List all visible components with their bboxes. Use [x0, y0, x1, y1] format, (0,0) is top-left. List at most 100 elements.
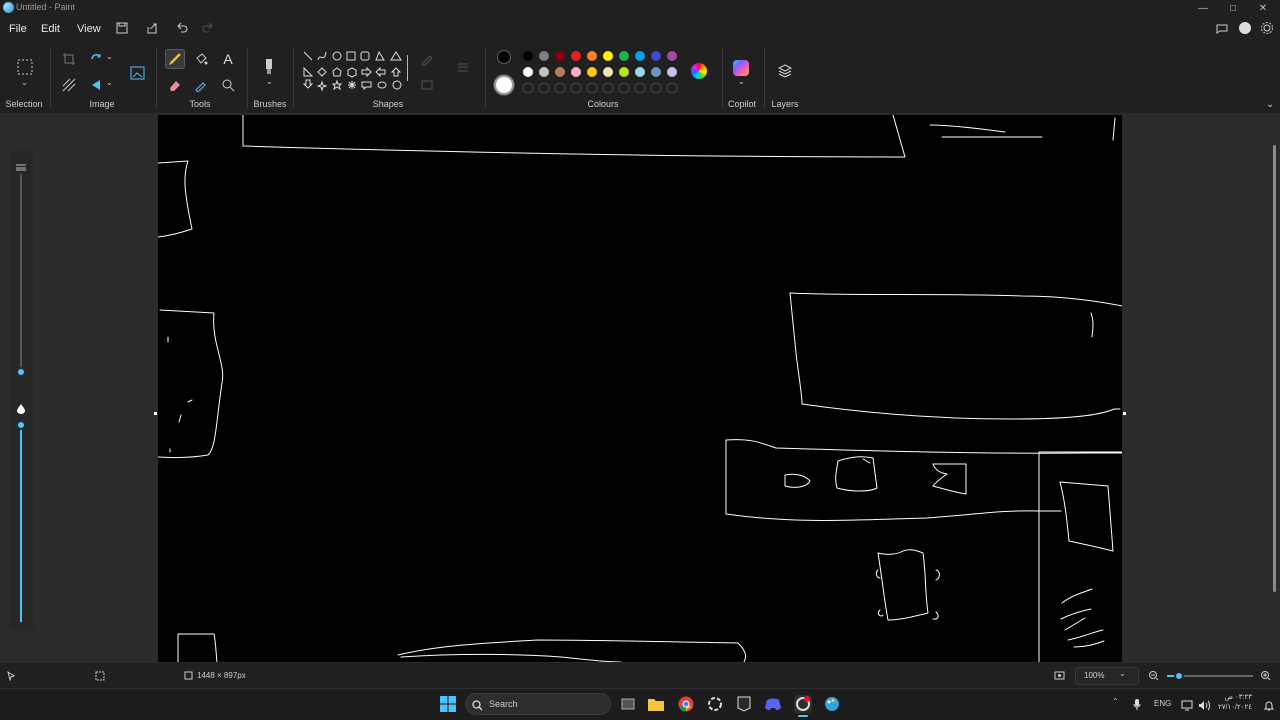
selection-tool-icon[interactable] [15, 57, 35, 77]
background-removal-icon[interactable] [60, 76, 78, 94]
share-icon[interactable] [144, 20, 160, 36]
notification-bell-icon[interactable] [1263, 698, 1275, 716]
magnifier-icon[interactable] [219, 76, 237, 94]
color-swatch[interactable] [667, 51, 677, 61]
color-swatch[interactable] [603, 67, 613, 77]
maximize-button[interactable]: □ [1218, 0, 1248, 16]
color-swatch[interactable] [523, 51, 533, 61]
clock-time: ٠٣:٢٣ ص [1224, 694, 1252, 701]
color-swatch[interactable] [571, 51, 581, 61]
network-icon[interactable] [1181, 698, 1193, 716]
crop-icon[interactable] [60, 50, 78, 68]
text-tool-icon[interactable]: A [219, 50, 237, 68]
brush-size-icon [16, 158, 26, 171]
color-swatch[interactable] [539, 51, 549, 61]
copilot-dropdown-chevron-icon[interactable]: ⌄ [738, 77, 745, 86]
rotate-dropdown-chevron-icon[interactable]: ⌄ [106, 52, 113, 61]
color-swatch[interactable] [587, 67, 597, 77]
zoom-level-text: 100% [1084, 671, 1105, 680]
menu-view[interactable]: View [77, 23, 101, 35]
app-icon-circle[interactable] [706, 695, 724, 713]
shapes-scrollbar[interactable] [407, 55, 408, 81]
windows-start-icon[interactable] [439, 695, 457, 713]
drawing-canvas[interactable] [158, 115, 1122, 662]
copilot-icon[interactable] [733, 60, 749, 76]
file-explorer-icon[interactable] [647, 695, 665, 713]
system-tray-chevron-icon[interactable]: ⌃ [1112, 697, 1119, 706]
resize-icon[interactable] [88, 50, 106, 68]
language-indicator[interactable]: ENG [1154, 699, 1171, 708]
task-view-icon[interactable] [619, 695, 637, 713]
volume-icon[interactable] [1198, 698, 1210, 716]
account-avatar-icon[interactable] [1239, 22, 1251, 34]
fit-to-window-icon[interactable] [1054, 670, 1065, 683]
brushes-dropdown-chevron-icon[interactable]: ⌄ [266, 77, 273, 86]
undo-icon[interactable] [174, 20, 190, 36]
color-swatch[interactable] [555, 51, 565, 61]
color-swatch[interactable] [539, 67, 549, 77]
eraser-icon[interactable] [166, 76, 184, 94]
color-swatch[interactable] [555, 67, 565, 77]
layers-icon[interactable] [776, 62, 794, 80]
zoom-in-icon[interactable] [1260, 670, 1271, 683]
clock[interactable]: ٠٣:٢٣ ص ٢٧/١٠/٢٠٢٤ [1216, 693, 1252, 713]
edit-colors-icon[interactable] [691, 63, 707, 79]
color-swatch[interactable] [587, 51, 597, 61]
selection-dropdown-chevron-icon[interactable]: ⌄ [21, 78, 28, 87]
brush-size-slider-track[interactable] [20, 174, 22, 372]
redo-icon[interactable] [200, 20, 216, 36]
outline-icon[interactable] [418, 50, 436, 68]
taskbar-search-box[interactable] [465, 693, 611, 715]
canvas-resize-handle-left[interactable] [154, 412, 157, 415]
shape-fill-icon[interactable] [418, 76, 436, 94]
group-label-selection: Selection [5, 99, 43, 109]
settings-gear-icon[interactable] [1258, 19, 1276, 37]
primary-color-swatch[interactable] [497, 50, 511, 64]
color-swatch[interactable] [603, 51, 613, 61]
color-swatch[interactable] [635, 67, 645, 77]
color-swatch[interactable] [523, 67, 533, 77]
save-icon[interactable] [114, 20, 130, 36]
ribbon-divider [485, 48, 486, 108]
menu-file[interactable]: File [9, 23, 27, 35]
zoom-dropdown-chevron-icon: ⌄ [1119, 669, 1126, 678]
opacity-slider-track[interactable] [20, 426, 22, 622]
vertical-scrollbar[interactable] [1273, 145, 1276, 592]
color-swatch[interactable] [651, 51, 661, 61]
color-picker-icon[interactable] [192, 76, 210, 94]
canvas-resize-handle-right[interactable] [1123, 412, 1126, 415]
color-swatch[interactable] [619, 67, 629, 77]
discord-icon[interactable] [764, 695, 782, 713]
close-button[interactable]: ✕ [1248, 0, 1278, 16]
feedback-icon[interactable] [1213, 19, 1231, 37]
brush-icon[interactable] [259, 56, 279, 78]
opacity-slider-thumb[interactable] [16, 420, 26, 430]
pencil-icon[interactable] [165, 49, 185, 69]
zoom-slider-thumb[interactable] [1174, 671, 1184, 681]
zoom-out-icon[interactable] [1148, 670, 1159, 683]
shapes-gallery[interactable] [300, 48, 408, 98]
minimize-button[interactable]: — [1188, 0, 1218, 16]
flip-dropdown-chevron-icon[interactable]: ⌄ [106, 78, 113, 87]
fill-icon[interactable] [192, 50, 210, 68]
app-icon-active[interactable] [794, 695, 812, 713]
flip-icon[interactable] [88, 76, 106, 94]
epic-games-icon[interactable] [735, 695, 753, 713]
ribbon-divider [247, 48, 248, 108]
menu-edit[interactable]: Edit [41, 23, 60, 35]
paint-taskbar-icon[interactable] [823, 695, 841, 713]
color-swatch[interactable] [635, 51, 645, 61]
secondary-color-swatch[interactable] [494, 75, 514, 95]
size-icon[interactable] [454, 58, 472, 76]
color-swatch[interactable] [651, 67, 661, 77]
color-swatch[interactable] [619, 51, 629, 61]
microphone-icon[interactable] [1133, 698, 1141, 716]
color-palette[interactable] [522, 50, 682, 94]
color-swatch[interactable] [571, 67, 581, 77]
image-edit-icon[interactable] [128, 63, 148, 83]
paint-app-icon [3, 2, 14, 13]
brush-size-slider-thumb[interactable] [16, 367, 26, 377]
chrome-icon[interactable] [677, 695, 695, 713]
color-swatch[interactable] [667, 67, 677, 77]
collapse-ribbon-chevron-icon[interactable]: ⌄ [1266, 99, 1274, 110]
